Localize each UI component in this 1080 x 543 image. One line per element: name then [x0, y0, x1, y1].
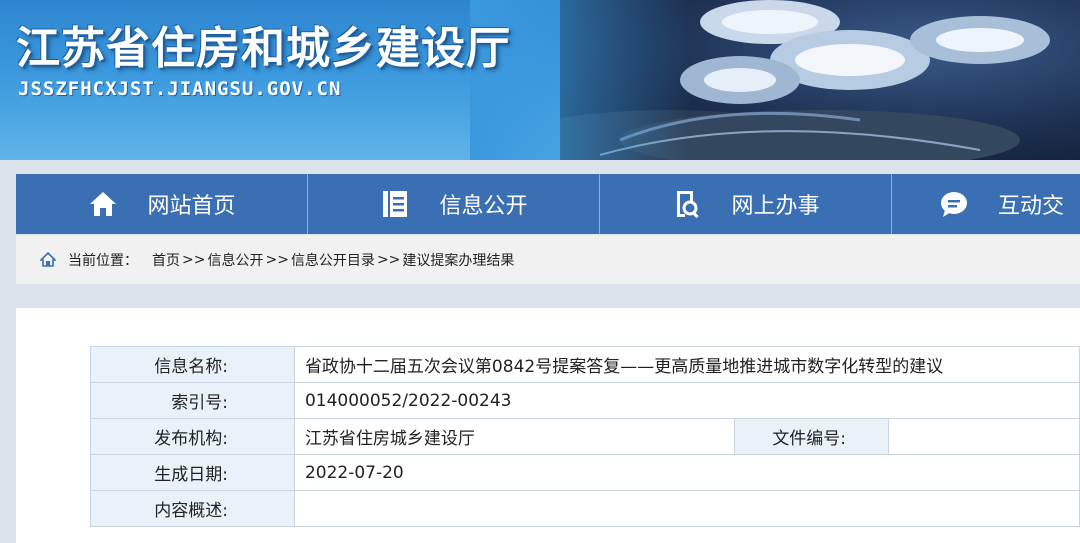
nav-item-label: 网上办事 — [731, 194, 820, 219]
table-row: 信息名称: 省政协十二届五次会议第0842号提案答复——更高质量地推进城市数字化… — [90, 346, 1080, 383]
table-row: 索引号: 014000052/2022-00243 — [90, 382, 1080, 419]
generated-date-value: 2022-07-20 — [293, 454, 1080, 491]
info-name-label: 信息名称: — [90, 346, 295, 383]
site-title: 江苏省住房和城乡建设厅 — [16, 23, 511, 74]
info-name-value: 省政协十二届五次会议第0842号提案答复——更高质量地推进城市数字化转型的建议 — [293, 346, 1080, 383]
breadcrumb-separator: >> — [182, 251, 206, 268]
nav-item-label: 信息公开 — [439, 194, 528, 219]
breadcrumb-label: 当前位置： — [68, 252, 138, 269]
generated-date-label: 生成日期: — [90, 454, 295, 491]
breadcrumb-home[interactable]: 首页 — [152, 250, 180, 270]
home-location-icon — [40, 251, 56, 268]
breadcrumb-separator: >> — [376, 251, 401, 268]
nav-item-info-disclosure[interactable]: 信息公开 — [308, 174, 600, 234]
nav-item-label: 互动交 — [998, 194, 1065, 219]
breadcrumb: 当前位置： 首页 >> 信息公开 >> 信息公开目录 >> 建议提案办理结果 — [16, 235, 1080, 284]
site-banner: 江苏省住房和城乡建设厅 JSSZFHCXJST.JIANGSU.GOV.CN — [0, 0, 1080, 160]
publisher-value: 江苏省住房城乡建设厅 — [293, 418, 736, 455]
document-number-value — [888, 418, 1080, 455]
index-number-value: 014000052/2022-00243 — [293, 382, 1080, 419]
site-domain: JSSZFHCXJST.JIANGSU.GOV.CN — [18, 78, 342, 100]
nav-item-label: 网站首页 — [147, 194, 236, 219]
info-table: 信息名称: 省政协十二届五次会议第0842号提案答复——更高质量地推进城市数字化… — [90, 346, 1080, 527]
main-nav: 网站首页 信息公开 网上办事 互动交 — [16, 174, 1080, 234]
chat-bubble-icon — [938, 188, 970, 220]
nav-item-interaction[interactable]: 互动交 — [892, 174, 1080, 234]
document-icon — [379, 188, 411, 220]
breadcrumb-current-page[interactable]: 建议提案办理结果 — [402, 250, 514, 270]
content-panel: 信息名称: 省政协十二届五次会议第0842号提案答复——更高质量地推进城市数字化… — [16, 308, 1080, 543]
breadcrumb-info-disclosure[interactable]: 信息公开 — [207, 250, 263, 270]
nav-item-online-services[interactable]: 网上办事 — [600, 174, 892, 234]
summary-label: 内容概述: — [90, 490, 295, 527]
house-icon — [87, 188, 119, 220]
search-document-icon — [671, 188, 703, 220]
table-row: 发布机构: 江苏省住房城乡建设厅 文件编号: — [90, 418, 1080, 455]
table-row: 生成日期: 2022-07-20 — [90, 454, 1080, 491]
document-number-label: 文件编号: — [734, 418, 890, 455]
nav-item-home[interactable]: 网站首页 — [16, 174, 308, 234]
table-row: 内容概述: — [90, 490, 1080, 527]
publisher-label: 发布机构: — [90, 418, 295, 455]
breadcrumb-info-catalog[interactable]: 信息公开目录 — [291, 250, 375, 270]
index-number-label: 索引号: — [90, 382, 295, 419]
breadcrumb-separator: >> — [265, 251, 289, 268]
summary-value — [293, 490, 1080, 527]
